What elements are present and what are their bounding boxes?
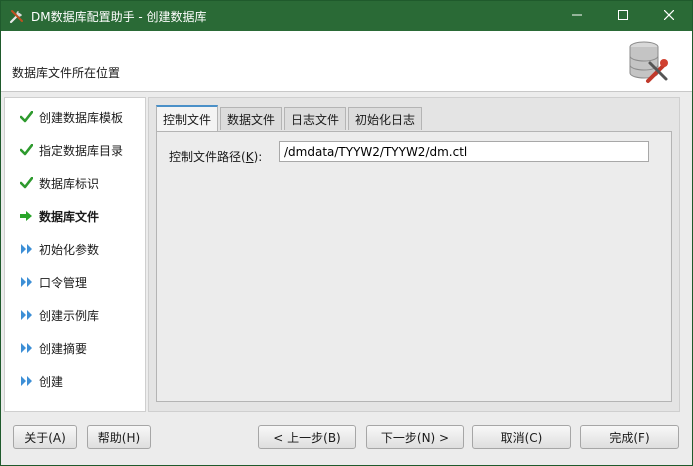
- help-button[interactable]: 帮助(H): [87, 425, 151, 449]
- title-bar[interactable]: DM数据库配置助手 - 创建数据库: [1, 1, 692, 31]
- control-file-panel: 控制文件路径(K):: [156, 131, 672, 402]
- step-database-files: 数据库文件: [5, 205, 145, 227]
- step-create: 创建: [5, 370, 145, 392]
- close-button[interactable]: [646, 1, 692, 31]
- finish-button[interactable]: 完成(F): [580, 425, 679, 449]
- about-button[interactable]: 关于(A): [13, 425, 77, 449]
- double-arrow-icon: [19, 308, 33, 322]
- tab-control-file[interactable]: 控制文件: [156, 105, 219, 131]
- step-label: 创建摘要: [39, 341, 88, 356]
- tab-bar: 控制文件 数据文件 日志文件 初始化日志: [156, 105, 424, 131]
- step-summary: 创建摘要: [5, 337, 145, 359]
- maximize-button[interactable]: [600, 1, 646, 31]
- window-controls: [554, 1, 692, 31]
- next-button[interactable]: 下一步(N) >: [366, 425, 464, 449]
- control-file-path-input[interactable]: [279, 141, 649, 162]
- step-init-params: 初始化参数: [5, 238, 145, 260]
- step-label: 口令管理: [39, 275, 88, 290]
- step-database-directory: 指定数据库目录: [5, 139, 145, 161]
- step-label: 创建: [39, 374, 64, 389]
- step-label: 创建数据库模板: [39, 110, 124, 125]
- step-label: 初始化参数: [39, 242, 100, 257]
- window-title: DM数据库配置助手 - 创建数据库: [31, 9, 207, 24]
- content-panel: 控制文件 数据文件 日志文件 初始化日志 控制文件路径(K):: [148, 97, 680, 412]
- minimize-icon: [572, 9, 582, 23]
- double-arrow-icon: [19, 341, 33, 355]
- step-label: 指定数据库目录: [39, 143, 124, 158]
- prev-button[interactable]: < 上一步(B): [258, 425, 356, 449]
- double-arrow-icon: [19, 242, 33, 256]
- app-window: DM数据库配置助手 - 创建数据库 数据库文件所在位置 创建数据库模板 指定数据…: [0, 0, 693, 466]
- step-database-identity: 数据库标识: [5, 172, 145, 194]
- tab-data-files[interactable]: 数据文件: [220, 107, 283, 130]
- cancel-button[interactable]: 取消(C): [472, 425, 571, 449]
- tab-init-log[interactable]: 初始化日志: [348, 107, 423, 130]
- step-sample-database: 创建示例库: [5, 304, 145, 326]
- wizard-steps-panel: 创建数据库模板 指定数据库目录 数据库标识 数据库文件 初始化参数 口令管理 创…: [4, 97, 146, 412]
- check-icon: [19, 110, 33, 124]
- double-arrow-icon: [19, 275, 33, 289]
- arrow-right-icon: [19, 209, 33, 223]
- header-banner: 数据库文件所在位置: [1, 31, 692, 92]
- check-icon: [19, 176, 33, 190]
- step-label: 数据库标识: [39, 176, 100, 191]
- double-arrow-icon: [19, 374, 33, 388]
- tools-icon: [9, 8, 25, 24]
- close-icon: [663, 9, 675, 23]
- tab-log-files[interactable]: 日志文件: [284, 107, 347, 130]
- step-create-template: 创建数据库模板: [5, 106, 145, 128]
- maximize-icon: [618, 9, 628, 23]
- step-label: 数据库文件: [39, 209, 100, 224]
- step-label: 创建示例库: [39, 308, 100, 323]
- page-title: 数据库文件所在位置: [12, 66, 121, 80]
- minimize-button[interactable]: [554, 1, 600, 31]
- check-icon: [19, 143, 33, 157]
- control-file-path-label: 控制文件路径(K):: [169, 150, 263, 164]
- step-password-management: 口令管理: [5, 271, 145, 293]
- database-tools-icon: [622, 37, 670, 85]
